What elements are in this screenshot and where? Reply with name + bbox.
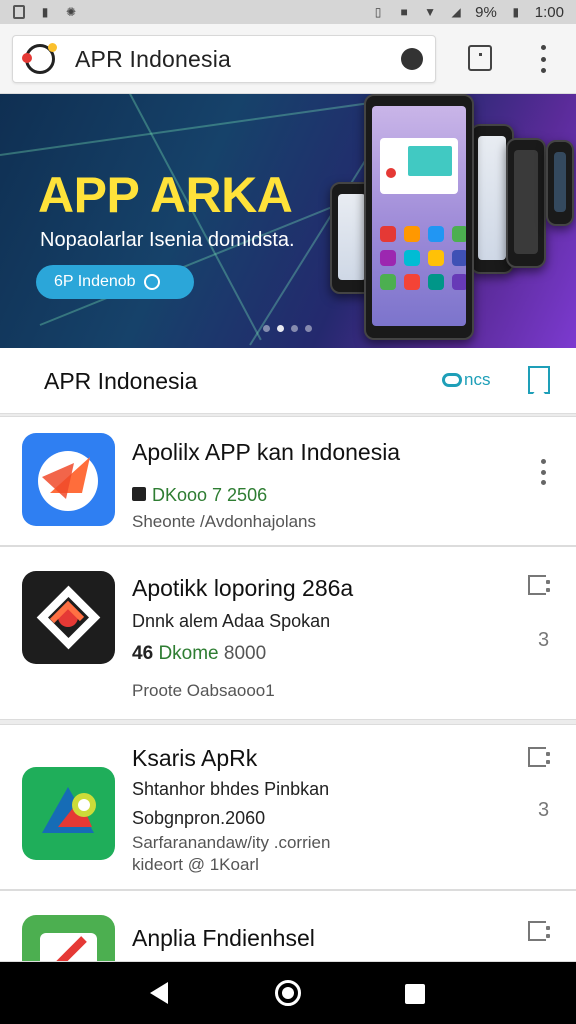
- app-developer: Sarfaranandaw/ity .corrien: [132, 833, 331, 852]
- system-navbar: [0, 962, 576, 1024]
- tabs-icon[interactable]: [468, 45, 492, 71]
- banner-title: APP ARKA: [38, 167, 293, 223]
- phone-image: [546, 140, 574, 226]
- hero-banner[interactable]: APP ARKA Nopaolarlar Isenia domidsta. 6P…: [0, 94, 576, 348]
- app-count: 3: [538, 629, 550, 651]
- battery-icon: ▮: [512, 5, 520, 19]
- install-icon[interactable]: [528, 575, 550, 595]
- status-bar: ▮ ✺ ▯ ■ ▼ ◢ 9% ▮ 1:00: [0, 0, 576, 24]
- section-link-label: ncs: [464, 370, 491, 389]
- app-subtitle: Dnnk alem Adaa Spokan: [132, 611, 331, 631]
- app-developer: Sheonte /Avdonhajolans: [132, 512, 317, 531]
- app-name: Apolilx APP kan Indonesia: [132, 439, 401, 465]
- app-list-item[interactable]: Ksaris ApRk Shtanhor bhdes Pinbkan Sobgn…: [0, 724, 576, 890]
- battery-text: 9%: [475, 3, 497, 21]
- banner-cta-button[interactable]: 6P Indenob: [36, 265, 194, 299]
- wifi-icon: ▼: [424, 5, 437, 19]
- carousel-dot: [291, 325, 298, 332]
- app-name: Anplia Fndienhsel: [132, 925, 315, 951]
- app-icon: [22, 571, 115, 664]
- section-header: APR Indonesia ncs: [0, 348, 576, 414]
- more-vert-icon[interactable]: [539, 459, 547, 485]
- banner-subtitle: Nopaolarlar Isenia domidsta.: [40, 229, 295, 251]
- url-action-icon[interactable]: [401, 48, 423, 70]
- sim-icon: [12, 5, 26, 19]
- lock-icon: ■: [400, 5, 408, 19]
- app-meta-prefix2: 6: [142, 643, 154, 664]
- carousel-indicator: [263, 325, 312, 332]
- url-bar[interactable]: APR Indonesia: [12, 35, 436, 83]
- app-icon: [22, 433, 115, 526]
- carousel-dot: [263, 325, 270, 332]
- status-time: 1:00: [534, 3, 564, 21]
- signal-icon: ◢: [451, 5, 461, 19]
- app-count: 3: [538, 799, 550, 821]
- app-developer: Proote Oabsaooo1: [132, 681, 275, 700]
- app-meta-text: DKooo 7 2506: [152, 485, 268, 505]
- banner-cta-label: 6P Indenob: [54, 273, 136, 290]
- app-list-item[interactable]: Anplia Fndienhsel: [0, 890, 576, 962]
- app-icon: [22, 767, 115, 860]
- install-icon[interactable]: [528, 921, 550, 941]
- url-text[interactable]: APR Indonesia: [75, 46, 231, 73]
- settings-icon: ✺: [65, 5, 77, 19]
- more-vert-icon[interactable]: [538, 45, 548, 73]
- carousel-dot: [305, 325, 312, 332]
- bookmark-icon[interactable]: [528, 366, 550, 394]
- carousel-dot-active: [277, 325, 284, 332]
- recent-apps-icon[interactable]: [405, 984, 425, 1004]
- vibrate-icon: ▯: [374, 5, 382, 19]
- app-meta: Sobgnpron.2060: [132, 808, 266, 828]
- status-left: ▮ ✺: [12, 5, 78, 19]
- app-extra: kideort @ 1Koarl: [132, 855, 259, 874]
- section-title: APR Indonesia: [44, 368, 198, 394]
- download-icon: [132, 487, 146, 501]
- app-meta-rest: 8000: [223, 643, 267, 664]
- browser-toolbar: APR Indonesia: [0, 24, 576, 94]
- install-icon[interactable]: [528, 747, 550, 767]
- home-icon[interactable]: [275, 980, 301, 1006]
- app-name: Apotikk loporing 286a: [132, 575, 354, 601]
- flashlight-icon: ▮: [41, 5, 49, 19]
- status-right: ▯ ■ ▼ ◢ 9% ▮ 1:00: [371, 4, 564, 21]
- phone-image-main: [364, 94, 474, 340]
- site-icon: [22, 43, 57, 74]
- phone-image: [506, 138, 546, 268]
- app-list-item[interactable]: Apolilx APP kan Indonesia DKooo 7 2506 S…: [0, 416, 576, 546]
- app-meta: DKooo 7 2506: [132, 485, 267, 506]
- app-list-item[interactable]: Apotikk loporing 286a Dnnk alem Adaa Spo…: [0, 546, 576, 720]
- cta-icon: [143, 274, 160, 290]
- back-icon[interactable]: [150, 982, 168, 1004]
- app-subtitle: Shtanhor bhdes Pinbkan: [132, 779, 330, 799]
- app-name: Ksaris ApRk: [132, 745, 258, 771]
- app-icon: [22, 915, 115, 961]
- app-meta: 46 Dkome 8000: [132, 643, 266, 665]
- link-icon: [442, 373, 462, 387]
- app-meta-green: Dkome: [158, 643, 219, 664]
- section-link[interactable]: ncs: [442, 370, 490, 390]
- app-meta-prefix: 4: [132, 643, 143, 664]
